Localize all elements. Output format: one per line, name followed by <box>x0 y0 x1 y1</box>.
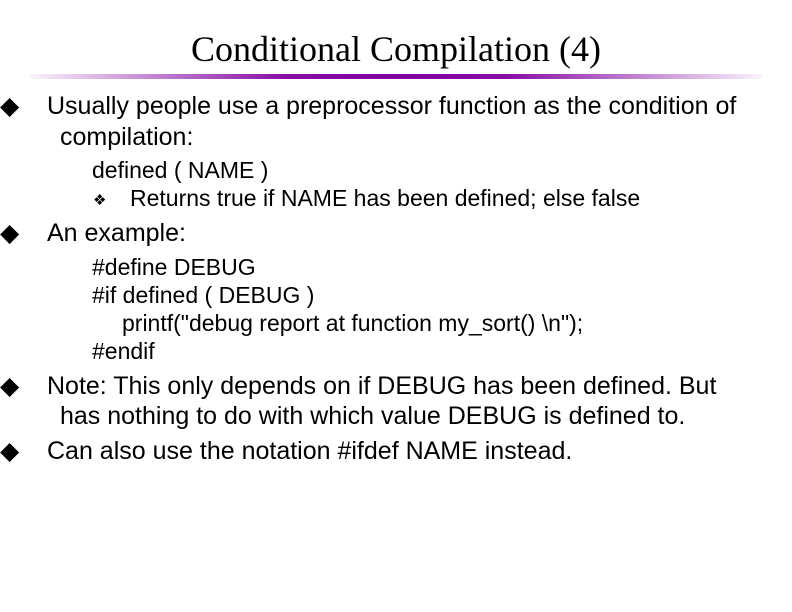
diamond-icon: ◆ <box>30 436 47 467</box>
bullet-2-text: An example: <box>47 219 186 247</box>
bullet-4: ◆Can also use the notation #ifdef NAME i… <box>30 436 762 467</box>
bullet-1-sub1: defined ( NAME ) <box>92 156 762 184</box>
bullet-3-text: Note: This only depends on if DEBUG has … <box>47 372 716 431</box>
slide-body: ◆Usually people use a preprocessor funct… <box>30 91 762 466</box>
bullet-4-text: Can also use the notation #ifdef NAME in… <box>47 437 572 465</box>
code-line-1: #define DEBUG <box>92 253 762 281</box>
diamond-icon: ◆ <box>30 91 47 122</box>
code-line-2: #if defined ( DEBUG ) <box>92 281 762 309</box>
bullet-1-sub2: ❖Returns true if NAME has been defined; … <box>115 184 762 212</box>
bullet-1: ◆Usually people use a preprocessor funct… <box>30 91 762 152</box>
title-underline <box>30 74 762 79</box>
code-line-4: #endif <box>92 337 762 365</box>
bullet-1-text: Usually people use a preprocessor functi… <box>47 92 736 151</box>
bullet-1-sub2-text: Returns true if NAME has been defined; e… <box>130 185 640 211</box>
mini-diamond-icon: ❖ <box>115 192 130 210</box>
diamond-icon: ◆ <box>30 218 47 249</box>
diamond-icon: ◆ <box>30 371 47 402</box>
bullet-3: ◆Note: This only depends on if DEBUG has… <box>30 371 762 432</box>
bullet-2: ◆An example: <box>30 218 762 249</box>
slide-title: Conditional Compilation (4) <box>30 28 762 70</box>
code-line-3: printf("debug report at function my_sort… <box>122 309 762 337</box>
